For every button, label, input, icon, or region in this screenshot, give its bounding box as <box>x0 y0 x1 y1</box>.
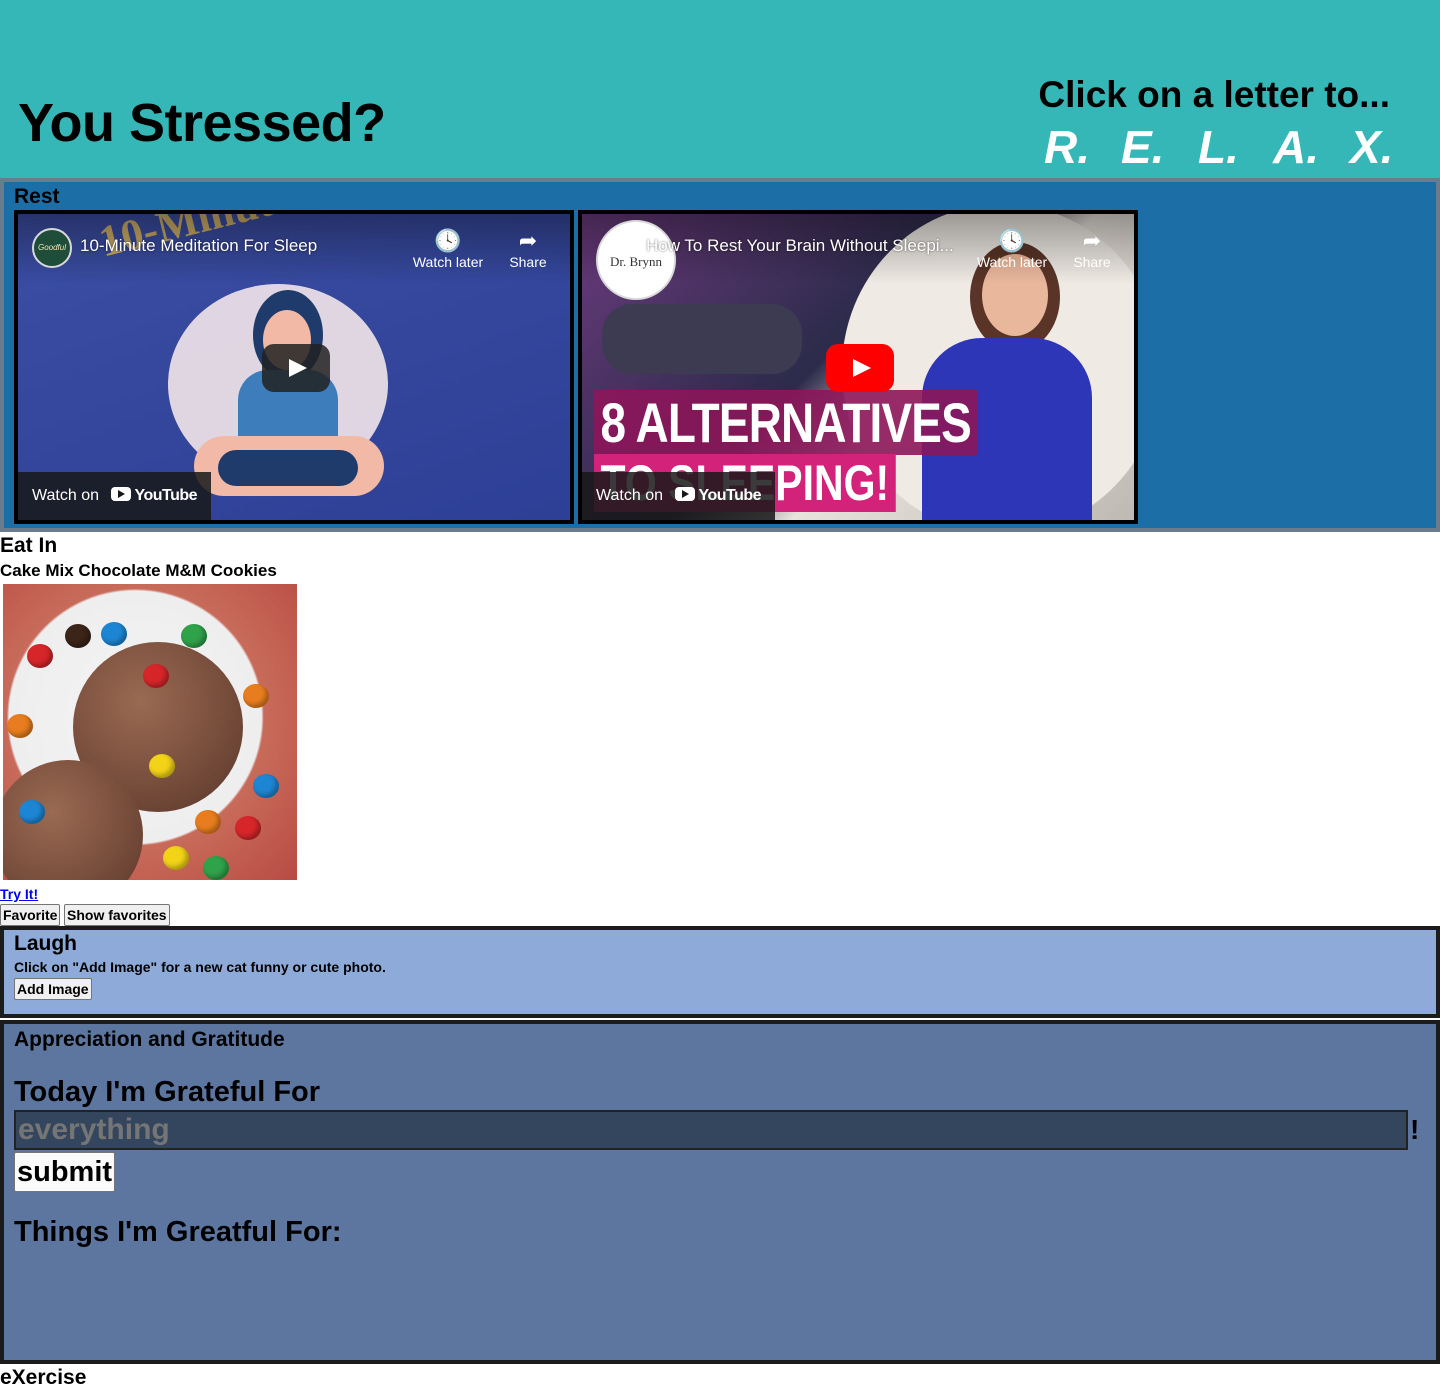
gratitude-list-heading: Things I'm Greatful For: <box>14 1216 342 1248</box>
share-arrow-icon: ➦ <box>1082 228 1102 253</box>
watch-on-youtube-button[interactable]: Watch on YouTube <box>18 472 212 520</box>
clock-icon: 🕓 <box>434 228 462 253</box>
exclamation-mark: ! <box>1410 1114 1420 1145</box>
video-thumbnail-text-line1: 8 ALTERNATIVES <box>594 390 978 455</box>
candy <box>149 754 175 778</box>
candy <box>7 714 33 738</box>
share-arrow-icon: ➦ <box>518 228 538 253</box>
watch-later-button[interactable]: 🕓 Watch later <box>408 228 488 270</box>
laugh-section: Laugh Click on "Add Image" for a new cat… <box>0 926 1440 1018</box>
candy <box>203 856 229 880</box>
channel-avatar[interactable]: Dr. Brynn <box>596 220 676 300</box>
add-image-button[interactable]: Add Image <box>14 978 92 1000</box>
candy <box>65 624 91 648</box>
watch-on-label: Watch on <box>32 487 99 504</box>
candy <box>101 622 127 646</box>
watch-on-youtube-button[interactable]: Watch on YouTube <box>582 472 776 520</box>
watch-later-button[interactable]: 🕓 Watch later <box>972 228 1052 270</box>
letter-x-exercise[interactable]: X. <box>1350 120 1393 174</box>
video-embed-rest-brain[interactable]: 8 ALTERNATIVES TO SLEEPING! Dr. Brynn Ho… <box>578 210 1138 524</box>
thumbnail-figure-shorts <box>218 450 358 486</box>
candy <box>195 810 221 834</box>
relax-letter-nav: R. E. L. A. X. <box>1044 120 1404 176</box>
submit-button[interactable]: submit <box>14 1152 116 1192</box>
site-header: You Stressed? Click on a letter to... R.… <box>0 0 1440 178</box>
thumbnail-sleeper <box>602 304 802 374</box>
gratitude-input[interactable] <box>14 1110 1408 1150</box>
share-button[interactable]: ➦ Share <box>488 228 568 270</box>
share-label: Share <box>1073 254 1111 270</box>
favorite-button[interactable]: Favorite <box>0 904 61 926</box>
play-button[interactable] <box>262 344 330 392</box>
play-button[interactable] <box>826 344 894 392</box>
watch-later-label: Watch later <box>412 254 484 270</box>
candy <box>163 846 189 870</box>
share-label: Share <box>509 254 547 270</box>
letter-a-appreciation[interactable]: A. <box>1273 120 1319 174</box>
candy <box>143 664 169 688</box>
recipe-image <box>3 584 297 880</box>
recipe-name: Cake Mix Chocolate M&M Cookies <box>0 561 277 580</box>
channel-avatar[interactable]: Goodful <box>32 228 72 268</box>
try-it-link[interactable]: Try It! <box>0 886 38 902</box>
relax-prompt: Click on a letter to... <box>1038 74 1390 115</box>
gratitude-section: Appreciation and Gratitude Today I'm Gra… <box>0 1020 1440 1364</box>
candy <box>181 624 207 648</box>
exercise-title: eXercise <box>0 1366 87 1389</box>
letter-l-laugh[interactable]: L. <box>1198 120 1239 174</box>
laugh-hint: Click on "Add Image" for a new cat funny… <box>14 959 386 975</box>
gratitude-title: Appreciation and Gratitude <box>14 1028 285 1051</box>
candy <box>235 816 261 840</box>
video-title[interactable]: How To Rest Your Brain Without Sleepi... <box>646 236 954 256</box>
letter-e-eat[interactable]: E. <box>1121 120 1164 174</box>
candy <box>243 684 269 708</box>
show-favorites-button[interactable]: Show favorites <box>64 904 170 926</box>
share-button[interactable]: ➦ Share <box>1052 228 1132 270</box>
watch-later-label: Watch later <box>976 254 1048 270</box>
site-title: You Stressed? <box>18 93 386 153</box>
exercise-section: eXercise <box>0 1366 86 1390</box>
rest-title: Rest <box>14 185 60 208</box>
watch-on-label: Watch on <box>596 487 663 504</box>
youtube-logo-icon: YouTube <box>111 472 198 520</box>
letter-r-rest[interactable]: R. <box>1044 120 1090 174</box>
candy <box>27 644 53 668</box>
grateful-heading: Today I'm Grateful For <box>14 1076 321 1108</box>
video-embed-meditation[interactable]: 10-Minute Meditation Goodful 10-Minute M… <box>14 210 574 524</box>
youtube-logo-icon: YouTube <box>675 472 762 520</box>
rest-section: Rest 10-Minute Meditation Goodful 10-Min… <box>0 178 1440 532</box>
eat-section: Eat In Cake Mix Chocolate M&M Cookies Tr… <box>0 532 1440 926</box>
video-title[interactable]: 10-Minute Meditation For Sleep <box>80 236 317 256</box>
clock-icon: 🕓 <box>998 228 1026 253</box>
candy <box>253 774 279 798</box>
candy <box>19 800 45 824</box>
laugh-title: Laugh <box>14 932 77 955</box>
eat-title: Eat In <box>0 534 58 557</box>
